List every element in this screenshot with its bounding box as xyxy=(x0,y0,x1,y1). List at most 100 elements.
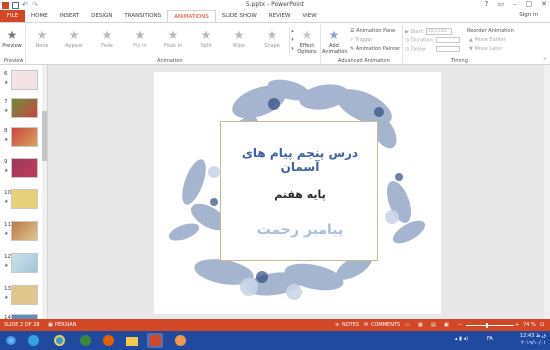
delay-row: ◷ Delay: xyxy=(405,46,460,53)
duration-input[interactable] xyxy=(436,37,461,43)
maximize-icon[interactable]: □ xyxy=(526,0,533,8)
gallery-scroll[interactable]: ▴ ▾ ▾ xyxy=(289,27,295,55)
ribbon-display-icon[interactable]: ▭ xyxy=(497,0,504,8)
zoom-out-button[interactable]: − xyxy=(458,322,462,328)
tab-transitions[interactable]: TRANSITIONS xyxy=(118,10,167,22)
zoom-level[interactable]: 74 % xyxy=(523,322,536,328)
animation-star-icon: ★ xyxy=(4,199,9,205)
animation-pane-button[interactable]: ☰ Animation Pane xyxy=(350,28,395,34)
start-button[interactable] xyxy=(3,333,19,348)
windows-logo-icon xyxy=(6,336,16,345)
tab-insert[interactable]: INSERT xyxy=(54,10,85,22)
animation-label: None xyxy=(35,43,49,49)
zoom-slider-thumb[interactable] xyxy=(486,323,488,328)
slide-thumbnail[interactable]: 12 ★ xyxy=(0,252,47,276)
slide-thumbnail[interactable]: 7 ★ xyxy=(0,97,47,121)
taskbar-app-media-player[interactable] xyxy=(77,333,93,348)
zoom-in-button[interactable]: + xyxy=(515,322,519,328)
taskbar-app-player[interactable] xyxy=(172,333,188,348)
tab-review[interactable]: REVIEW xyxy=(263,10,297,22)
reorder-label: Reorder Animation xyxy=(467,28,514,34)
input-language[interactable]: FA xyxy=(487,336,493,342)
help-icon[interactable]: ? xyxy=(485,0,489,8)
animation-label: Fade xyxy=(101,43,113,49)
notes-button[interactable]: NOTES xyxy=(342,322,359,328)
move-earlier-button[interactable]: ▲ Move Earlier xyxy=(469,37,506,43)
group-label-animation: Animation xyxy=(157,58,183,64)
normal-view-icon[interactable]: ▭ xyxy=(405,322,410,328)
taskbar-app-telegram[interactable] xyxy=(25,333,41,348)
animation-appear-button[interactable]: ★ Appear xyxy=(59,27,89,49)
slide-thumbnail[interactable]: 9 ★ xyxy=(0,157,47,181)
taskbar-app-firefox[interactable] xyxy=(100,333,116,348)
trigger-button[interactable]: ⚡ Trigger xyxy=(350,37,372,43)
start-label: Start: xyxy=(410,29,425,35)
slide-thumbnail[interactable]: 10 ★ xyxy=(0,188,47,212)
slide-thumbnail[interactable]: 11 ★ xyxy=(0,220,47,244)
animation-fade-button[interactable]: ★ Fade xyxy=(92,27,122,49)
language-indicator[interactable]: PERSIAN xyxy=(55,322,76,328)
animation-pane-label: Animation Pane xyxy=(356,28,396,34)
comments-button[interactable]: COMMENTS xyxy=(371,322,400,328)
preview-button[interactable]: ★ Preview xyxy=(0,27,24,49)
add-animation-label: Add Animation xyxy=(322,43,348,55)
tab-view[interactable]: VIEW xyxy=(296,10,322,22)
effect-options-button[interactable]: ★ Effect Options xyxy=(296,27,318,55)
firefox-icon xyxy=(103,335,114,346)
ribbon-tabs: FILE HOME INSERT DESIGN TRANSITIONS ANIM… xyxy=(0,10,550,22)
slide-thumbnail-image xyxy=(11,285,38,305)
animation-painter-button[interactable]: ✎ Animation Painter xyxy=(350,46,400,52)
animation-star-icon: ★ xyxy=(4,263,9,269)
thumbnail-scrollbar[interactable] xyxy=(42,65,47,319)
system-clock[interactable]: 12:43 ق.ظ ۲۰۱۹/۱۰/۰۱ xyxy=(520,333,546,347)
slide-thumbnail[interactable]: 13 ★ xyxy=(0,284,47,308)
slide-number: 11 xyxy=(4,222,11,228)
tab-home[interactable]: HOME xyxy=(25,10,54,22)
canvas-scrollbar[interactable] xyxy=(544,65,550,319)
fit-slide-icon[interactable]: ⊡ xyxy=(540,322,544,328)
slide-counter: SLIDE 2 OF 28 xyxy=(4,322,40,328)
animation-shape-button[interactable]: ★ Shape xyxy=(257,27,287,49)
animation-wipe-button[interactable]: ★ Wipe xyxy=(224,27,254,49)
slide-number: 6 xyxy=(4,71,8,77)
animation-none-button[interactable]: ★ None xyxy=(27,27,57,49)
taskbar-app-powerpoint[interactable] xyxy=(147,333,163,348)
animation-star-icon: ★ xyxy=(4,231,9,237)
animation-star-icon: ★ xyxy=(4,168,9,174)
taskbar-app-file-explorer[interactable] xyxy=(124,333,140,348)
tab-animations[interactable]: ANIMATIONS xyxy=(167,10,216,22)
animation-painter-label: Animation Painter xyxy=(355,46,401,52)
animation-fly-in-button[interactable]: ★ Fly In xyxy=(125,27,155,49)
slideshow-icon[interactable]: ▣ xyxy=(444,322,449,328)
animation-float-in-button[interactable]: ★ Float In xyxy=(158,27,188,49)
notes-icon: ≡ xyxy=(335,322,340,328)
tray-icons[interactable]: ▴ ▮ ◂) xyxy=(455,336,468,342)
minimize-icon[interactable]: – xyxy=(513,0,517,8)
reading-view-icon[interactable]: ▤ xyxy=(431,322,436,328)
tab-slide-show[interactable]: SLIDE SHOW xyxy=(216,10,263,22)
slide-thumbnail-image xyxy=(11,189,38,209)
tab-design[interactable]: DESIGN xyxy=(85,10,118,22)
slide-sorter-icon[interactable]: ▦ xyxy=(418,322,423,328)
taskbar-app-internet-explorer[interactable] xyxy=(51,333,67,348)
add-animation-button[interactable]: ★ Add Animation xyxy=(322,27,348,55)
animation-label: Fly In xyxy=(133,43,147,49)
close-icon[interactable]: ✕ xyxy=(541,0,547,8)
group-label-preview: Preview xyxy=(4,58,24,64)
scrollbar-thumb[interactable] xyxy=(42,111,47,161)
start-select[interactable]: On Click xyxy=(426,28,453,35)
effect-options-label: Effect Options xyxy=(297,43,317,55)
zoom-slider[interactable] xyxy=(466,325,514,326)
delay-input[interactable] xyxy=(435,46,460,52)
slide-thumbnail[interactable]: 8 ★ xyxy=(0,126,47,150)
collapse-ribbon-icon[interactable]: ^ xyxy=(543,58,547,64)
tab-file[interactable]: FILE xyxy=(0,10,25,22)
move-later-button[interactable]: ▼ Move Later xyxy=(469,46,502,52)
slide-thumbnail[interactable]: 6 ★ xyxy=(0,69,47,93)
windows-taskbar: ▴ ▮ ◂) FA 12:43 ق.ظ ۲۰۱۹/۱۰/۰۱ xyxy=(0,331,550,350)
sign-in-link[interactable]: Sign in xyxy=(519,12,538,18)
slide-number: 9 xyxy=(4,159,8,165)
title-text-box[interactable]: درس پنجم پیام های آسمان پایه هفتم پیامبر… xyxy=(220,121,378,261)
folder-icon xyxy=(126,337,138,346)
animation-split-button[interactable]: ★ Split xyxy=(191,27,221,49)
